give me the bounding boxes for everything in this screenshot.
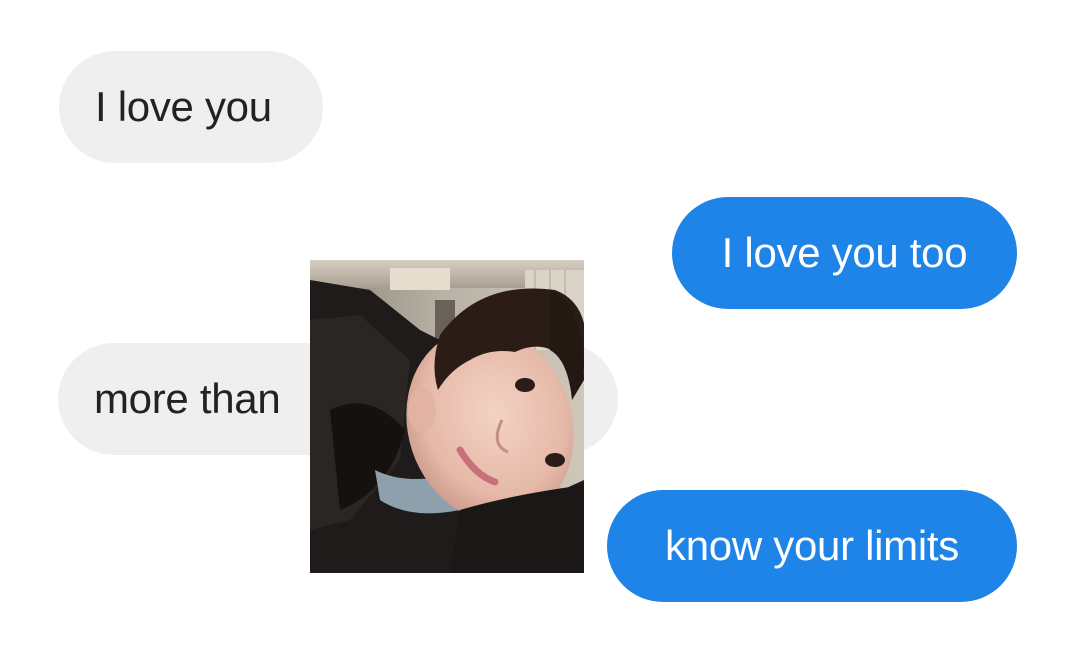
incoming-message-bubble: I love you (59, 51, 323, 163)
message-text: I love you (95, 83, 272, 130)
message-text: I love you too (721, 229, 968, 276)
message-text: know your limits (665, 522, 959, 569)
outgoing-message-bubble: know your limits (607, 490, 1017, 602)
person-selfie-photo (310, 260, 584, 573)
person-selfie-photo-icon (310, 260, 584, 573)
message-text: more than (94, 375, 281, 422)
outgoing-message-bubble: I love you too (672, 197, 1017, 309)
